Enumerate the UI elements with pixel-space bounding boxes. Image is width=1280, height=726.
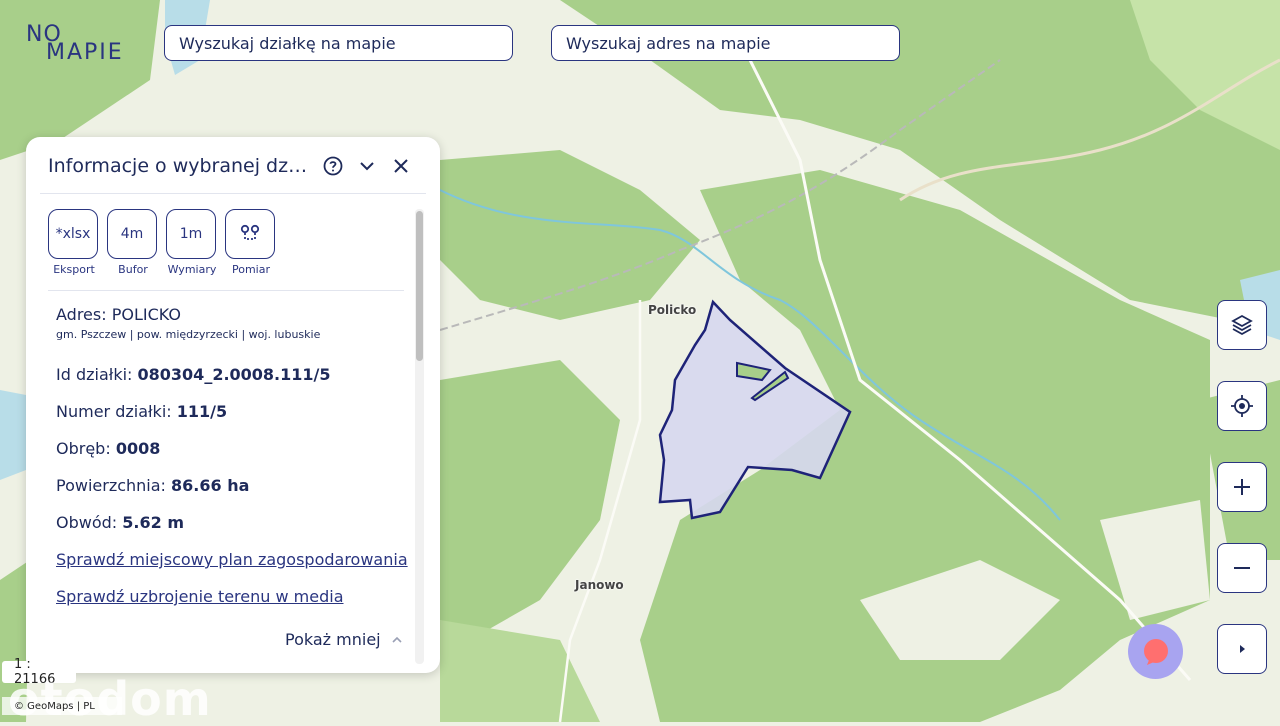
- zoning-plan-link[interactable]: Sprawdź miejscowy plan zagospodarowania: [56, 550, 408, 569]
- layers-icon: [1231, 314, 1253, 336]
- panel-scrollbar[interactable]: [415, 209, 424, 664]
- chevron-down-icon[interactable]: [356, 155, 378, 177]
- measure-tool[interactable]: Pomiar: [225, 209, 277, 276]
- utilities-link[interactable]: Sprawdź uzbrojenie terenu w media: [56, 587, 344, 606]
- locate-icon: [1231, 395, 1253, 417]
- divider: [48, 290, 404, 291]
- tool-label: Wymiary: [167, 263, 217, 276]
- layers-button[interactable]: [1217, 300, 1267, 350]
- zoom-out-icon: [1234, 567, 1250, 569]
- expand-icon: [1240, 645, 1245, 653]
- xlsx-icon[interactable]: *xlsx: [48, 209, 98, 259]
- address-search-placeholder: Wyszukaj adres na mapie: [566, 33, 771, 53]
- buffer-tool[interactable]: 4m Bufor: [107, 209, 159, 276]
- tool-label: Pomiar: [231, 263, 270, 276]
- tool-label: Bufor: [118, 263, 148, 276]
- zoom-in-icon: [1234, 479, 1250, 495]
- parcel-details: Adres: POLICKO gm. Pszczew | pow. między…: [56, 305, 408, 606]
- place-label-policko: Policko: [648, 303, 697, 317]
- ruler-icon[interactable]: 1m: [166, 209, 216, 259]
- buffer-icon[interactable]: 4m: [107, 209, 157, 259]
- detail-row-perimeter: Obwód: 5.62 m: [56, 513, 184, 532]
- lake: [0, 390, 26, 480]
- scrollbar-thumb[interactable]: [416, 211, 423, 361]
- dimensions-tool[interactable]: 1m Wymiary: [166, 209, 218, 276]
- export-tool[interactable]: *xlsx Eksport: [48, 209, 100, 276]
- show-less-label: Pokaż mniej: [285, 630, 381, 649]
- expand-button[interactable]: [1217, 624, 1267, 674]
- chat-button[interactable]: [1128, 624, 1183, 679]
- locate-button[interactable]: [1217, 381, 1267, 431]
- detail-row-number: Numer działki: 111/5: [56, 402, 228, 421]
- zoom-out-button[interactable]: [1217, 543, 1267, 593]
- chat-icon: [1143, 638, 1168, 665]
- panel-title: Informacje o wybranej działce: [48, 155, 310, 177]
- close-icon[interactable]: [390, 155, 412, 177]
- parcel-search-input[interactable]: Wyszukaj działkę na mapie: [164, 25, 513, 61]
- parcel-address: Adres: POLICKO: [56, 305, 181, 324]
- panel-header: Informacje o wybranej działce: [48, 151, 418, 181]
- map-attribution[interactable]: © GeoMaps | PL: [2, 697, 122, 715]
- divider: [40, 193, 426, 194]
- parcel-address-sub: gm. Pszczew | pow. międzyrzecki | woj. l…: [56, 328, 321, 341]
- show-less-button[interactable]: Pokaż mniej: [285, 630, 403, 649]
- help-icon[interactable]: [322, 155, 344, 177]
- chevron-up-icon: [392, 636, 402, 643]
- parcel-info-panel: Informacje o wybranej działce *xlsx Eksp…: [26, 137, 440, 673]
- detail-row-id: Id działki: 080304_2.0008.111/5: [56, 365, 331, 384]
- tool-label: Eksport: [53, 263, 95, 276]
- address-search-input[interactable]: Wyszukaj adres na mapie: [551, 25, 900, 61]
- zoom-in-button[interactable]: [1217, 462, 1267, 512]
- route-icon[interactable]: [225, 209, 275, 259]
- logo[interactable]: NO MAPIE: [26, 22, 136, 66]
- parcel-search-placeholder: Wyszukaj działkę na mapie: [179, 33, 396, 53]
- place-label-janowo: Janowo: [575, 578, 624, 592]
- detail-row-precinct: Obręb: 0008: [56, 439, 161, 458]
- detail-row-area: Powierzchnia: 86.66 ha: [56, 476, 250, 495]
- logo-line2: MAPIE: [46, 40, 124, 65]
- tool-bar: *xlsx Eksport 4m Bufor 1m Wymiary Pomiar: [48, 209, 277, 276]
